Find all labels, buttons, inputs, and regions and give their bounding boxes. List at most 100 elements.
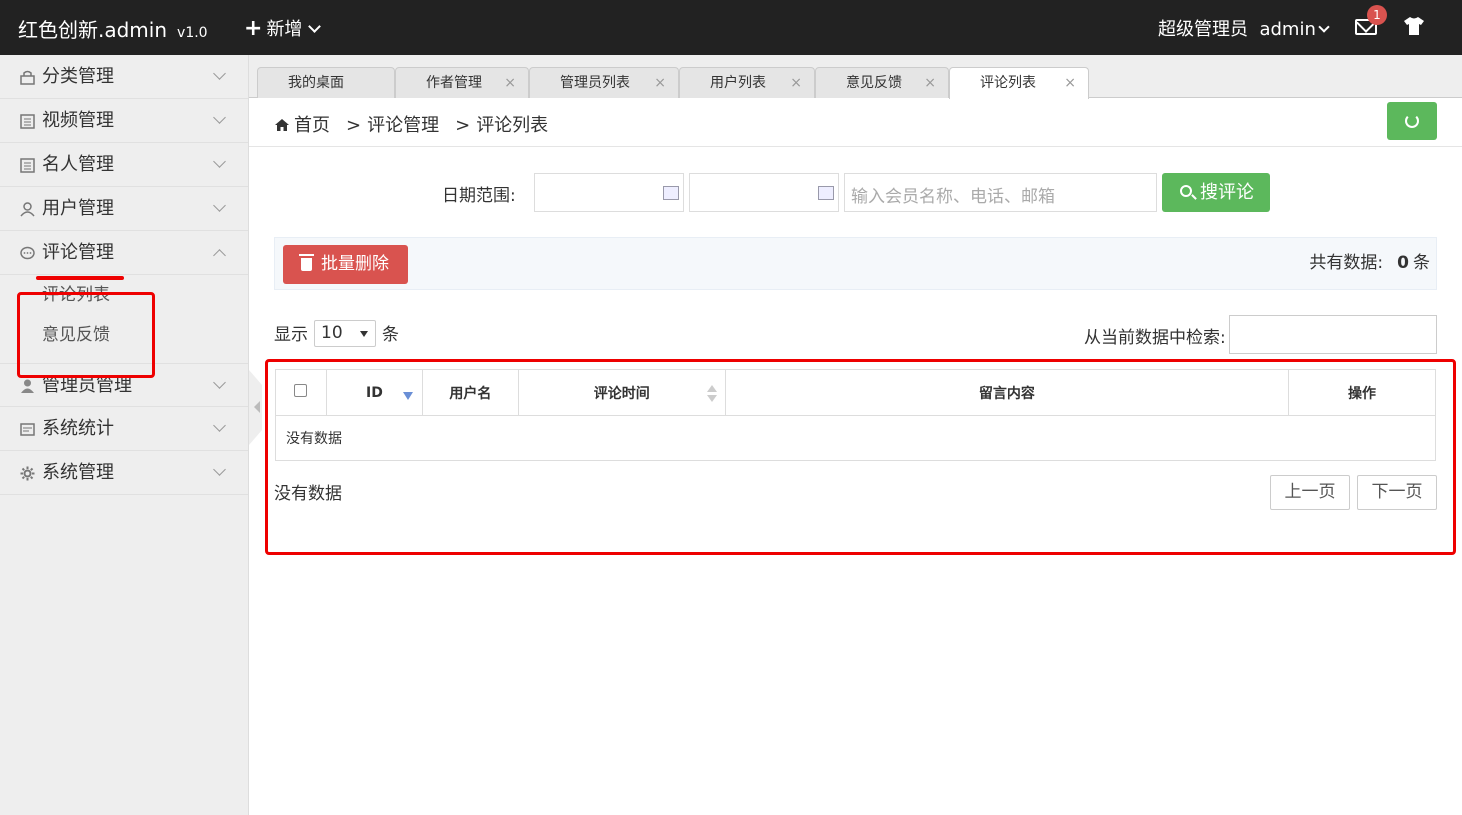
refresh-button[interactable] <box>1387 102 1437 140</box>
chevron-down-icon <box>213 463 226 476</box>
total-count: 共有数据: 0 条 <box>1309 248 1430 273</box>
dropdown-arrow-icon <box>360 330 368 337</box>
close-icon[interactable]: × <box>504 68 516 98</box>
sidebar-item-users[interactable]: 用户管理 <box>0 187 248 231</box>
chevron-down-icon <box>213 419 226 432</box>
sidebar-item-label: 用户管理 <box>42 198 114 219</box>
close-icon[interactable]: × <box>790 68 802 98</box>
calendar-icon <box>663 186 679 200</box>
chevron-up-icon <box>213 249 226 262</box>
breadcrumb-separator: > <box>455 115 471 136</box>
action-bar: 批量删除 共有数据: 0 条 <box>274 237 1437 290</box>
sidebar-item-comments[interactable]: 评论管理 <box>0 231 248 275</box>
sidebar-item-label: 评论管理 <box>42 242 114 263</box>
chevron-down-icon <box>213 111 226 124</box>
highlight-box-table <box>265 359 1456 555</box>
add-new-menu[interactable]: + 新增 <box>244 15 322 41</box>
gear-icon <box>20 466 35 481</box>
filter-label: 从当前数据中检索: <box>1084 328 1226 348</box>
document-icon <box>20 158 35 173</box>
tab-desktop[interactable]: 我的桌面 <box>257 67 395 98</box>
user-role: 超级管理员 <box>1158 19 1248 40</box>
tab-label: 用户列表 <box>710 75 766 91</box>
tab-admin-list[interactable]: 管理员列表 × <box>529 67 679 98</box>
chevron-down-icon <box>1318 21 1330 33</box>
chevron-down-icon <box>213 67 226 80</box>
tab-feedback[interactable]: 意见反馈 × <box>815 67 949 98</box>
total-value: 0 <box>1397 253 1409 273</box>
top-header: 红色创新.admin v1.0 + 新增 超级管理员 admin 1 <box>0 0 1462 55</box>
sidebar-item-label: 分类管理 <box>42 66 114 87</box>
tab-bar: 我的桌面 作者管理 × 管理员列表 × 用户列表 × 意见反馈 × 评论列表 × <box>249 55 1462 99</box>
tab-label: 作者管理 <box>426 75 482 91</box>
app-title: 红色创新.admin <box>18 18 168 42</box>
close-icon[interactable]: × <box>1064 68 1076 98</box>
sidebar-item-label: 系统统计 <box>42 418 114 439</box>
sidebar-item-label: 系统管理 <box>42 462 114 483</box>
page-size-select[interactable]: 10 <box>314 319 376 347</box>
tab-label: 管理员列表 <box>560 75 630 91</box>
total-unit: 条 <box>1413 253 1430 273</box>
document-icon <box>20 114 35 129</box>
breadcrumb-level2: 评论列表 <box>476 115 549 136</box>
comment-icon <box>20 246 35 260</box>
search-icon <box>1180 185 1192 197</box>
highlight-underline <box>36 276 124 280</box>
username: admin <box>1259 19 1316 40</box>
tab-authors[interactable]: 作者管理 × <box>395 67 529 98</box>
tab-label: 意见反馈 <box>846 75 902 91</box>
trash-icon <box>299 254 314 271</box>
add-new-label: 新增 <box>266 19 303 40</box>
batch-delete-button[interactable]: 批量删除 <box>283 245 408 284</box>
breadcrumb-separator: > <box>346 115 362 136</box>
theme-shirt-icon[interactable] <box>1403 16 1425 36</box>
page-size-value: 10 <box>321 322 343 343</box>
sidebar-item-label: 视频管理 <box>42 110 114 131</box>
breadcrumb-home[interactable]: 首页 <box>294 115 330 136</box>
batch-delete-label: 批量删除 <box>321 254 389 274</box>
sidebar-item-celebrity[interactable]: 名人管理 <box>0 143 248 187</box>
app-logo[interactable]: 红色创新.admin v1.0 <box>18 14 208 43</box>
sidebar-item-category[interactable]: 分类管理 <box>0 55 248 99</box>
chevron-down-icon <box>213 155 226 168</box>
breadcrumb: 首页 > 评论管理 > 评论列表 <box>274 111 554 137</box>
show-label: 显示 <box>274 325 308 345</box>
page-size-control: 显示 10 条 <box>274 319 399 349</box>
home-icon <box>275 119 289 131</box>
stats-icon <box>20 423 35 436</box>
sidebar-item-label: 管理员管理 <box>42 375 132 396</box>
tab-label: 我的桌面 <box>288 75 344 91</box>
sidebar: 分类管理 视频管理 名人管理 用户管理 评论管理 评论列表 意见反馈 管理员管理… <box>0 55 249 815</box>
end-date-input[interactable] <box>689 173 839 212</box>
start-date-input[interactable] <box>534 173 684 212</box>
app-version: v1.0 <box>177 25 208 41</box>
calendar-icon <box>818 186 834 200</box>
user-icon <box>20 202 35 217</box>
sidebar-collapse-handle[interactable] <box>249 370 262 445</box>
search-button-label: 搜评论 <box>1200 182 1254 203</box>
sidebar-item-system[interactable]: 系统管理 <box>0 451 248 495</box>
plus-icon: + <box>244 16 263 41</box>
lock-icon <box>20 70 35 85</box>
sidebar-item-statistics[interactable]: 系统统计 <box>0 407 248 451</box>
user-icon <box>21 379 34 393</box>
total-label: 共有数据: <box>1309 253 1384 273</box>
user-menu[interactable]: 超级管理员 admin <box>1158 15 1330 41</box>
breadcrumb-level1[interactable]: 评论管理 <box>367 115 439 136</box>
close-icon[interactable]: × <box>924 68 936 98</box>
sidebar-item-video[interactable]: 视频管理 <box>0 99 248 143</box>
chevron-down-icon <box>213 376 226 389</box>
search-comments-button[interactable]: 搜评论 <box>1162 173 1270 212</box>
tab-comment-list[interactable]: 评论列表 × <box>949 67 1089 99</box>
page-size-unit: 条 <box>382 325 399 345</box>
refresh-icon <box>1405 114 1419 128</box>
tab-user-list[interactable]: 用户列表 × <box>679 67 815 98</box>
date-range-label: 日期范围: <box>442 186 516 206</box>
member-search-input[interactable]: 输入会员名称、电话、邮箱 <box>844 173 1157 212</box>
filter-input[interactable] <box>1229 315 1437 354</box>
divider <box>249 146 1462 147</box>
highlight-box-submenu <box>17 292 155 378</box>
close-icon[interactable]: × <box>654 68 666 98</box>
sidebar-item-label: 名人管理 <box>42 154 114 175</box>
chevron-down-icon <box>308 20 322 33</box>
